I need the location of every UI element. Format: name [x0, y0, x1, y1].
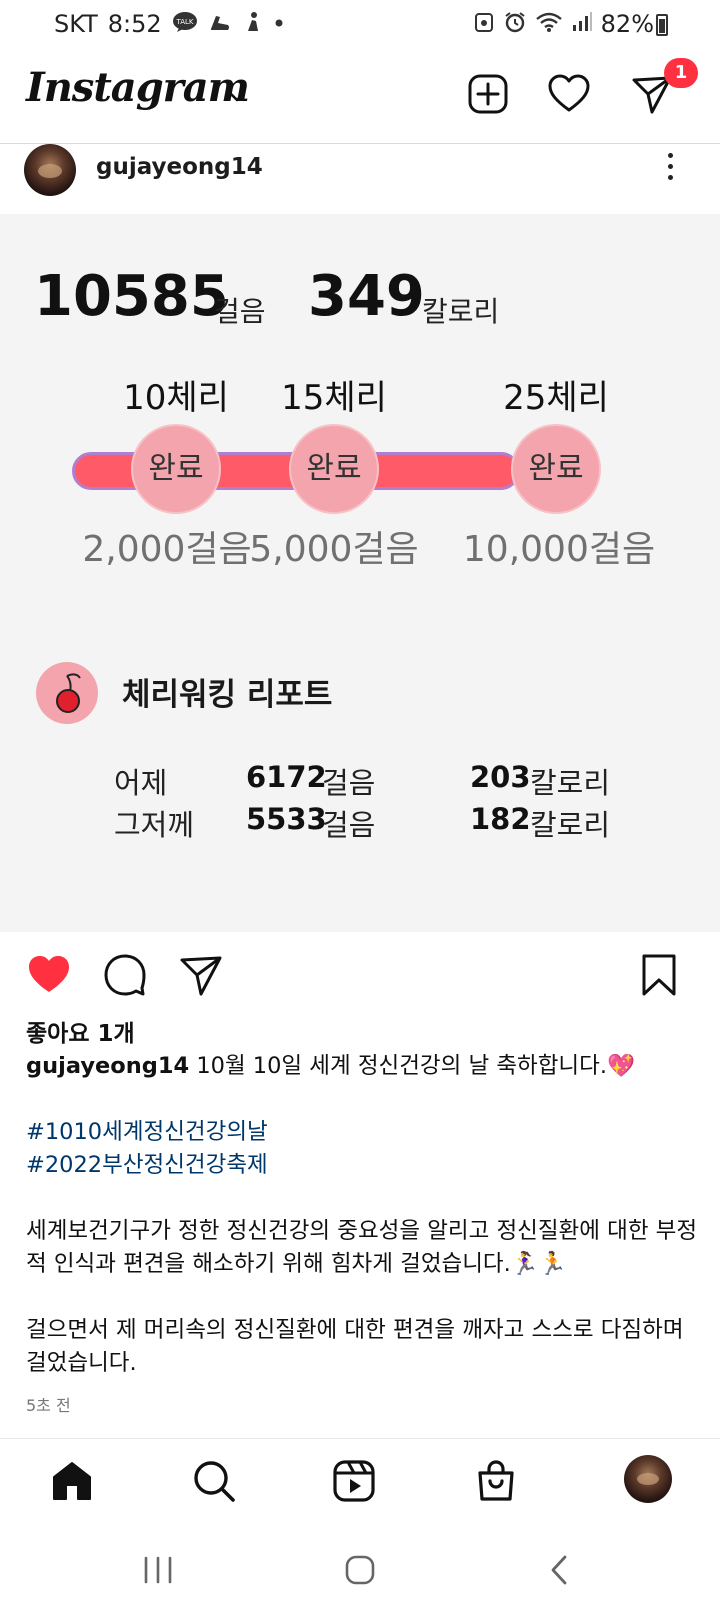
signal-icon	[571, 11, 593, 38]
post-author-avatar[interactable]	[24, 144, 76, 196]
kakaotalk-icon: TALK	[172, 11, 198, 38]
caption-first-line: gujayeong14 10월 10일 세계 정신건강의 날 축하합니다.💖	[26, 1050, 698, 1083]
likes-count[interactable]: 좋아요 1개	[26, 1014, 135, 1048]
wifi-icon	[535, 11, 563, 38]
stage-1-steps: 2,000걸음	[82, 529, 252, 570]
caption-paragraph: 세계보건기구가 정한 정신건강의 중요성을 알리고 정신질환에 대한 부정적 인…	[26, 1218, 698, 1277]
search-icon[interactable]	[190, 1457, 238, 1505]
walking-app-icon	[242, 11, 264, 38]
stage-2-cherries: 15체리	[281, 378, 387, 418]
alarm-icon	[503, 11, 527, 38]
status-bar: SKT 8:52 TALK 82%	[0, 0, 720, 52]
home-button-icon[interactable]	[340, 1550, 380, 1590]
report-calories: 203	[470, 760, 531, 794]
report-day: 그저께	[114, 808, 195, 842]
report-calories: 182	[470, 802, 531, 836]
back-icon[interactable]	[540, 1550, 580, 1590]
share-icon[interactable]	[178, 952, 224, 998]
stage-3-complete-badge: 완료	[511, 424, 601, 514]
more-options-icon[interactable]	[665, 150, 675, 190]
report-steps-unit: 걸음	[322, 808, 376, 842]
bottom-navigation	[0, 1438, 720, 1538]
clock: 8:52	[107, 10, 162, 38]
instagram-logo[interactable]: Instagram	[26, 64, 250, 111]
caption-text: 10월 10일 세계 정신건강의 날 축하합니다.💖	[196, 1053, 636, 1079]
system-navigation-bar	[0, 1538, 720, 1600]
post-image[interactable]: 10585 걸음 349 칼로리 10체리 15체리 25체리 완료 완료 완료…	[0, 214, 720, 932]
comment-icon[interactable]	[102, 952, 148, 998]
battery-percent: 82%	[600, 10, 654, 38]
steps-total: 10585	[34, 264, 229, 329]
battery-icon	[656, 14, 668, 36]
cherry-icon	[36, 662, 98, 724]
save-bookmark-icon[interactable]	[636, 952, 682, 998]
report-calories-unit: 칼로리	[530, 808, 611, 842]
stage-3-steps: 10,000걸음	[462, 529, 656, 570]
like-heart-icon[interactable]	[26, 952, 72, 998]
profile-avatar[interactable]	[624, 1455, 672, 1503]
calories-total: 349	[308, 264, 425, 329]
post-caption: gujayeong14 10월 10일 세계 정신건강의 날 축하합니다.💖 #…	[26, 1050, 698, 1380]
shop-icon[interactable]	[472, 1457, 520, 1505]
report-steps: 6172	[246, 760, 327, 794]
report-row-day-before: 그저께 5533 걸음 182 칼로리	[0, 802, 720, 844]
stage-1-cherries: 10체리	[123, 378, 229, 418]
recent-apps-icon[interactable]	[138, 1550, 178, 1590]
report-row-yesterday: 어제 6172 걸음 203 칼로리	[0, 760, 720, 802]
stage-2-complete-badge: 완료	[289, 424, 379, 514]
post-author-username[interactable]: gujayeong14	[96, 154, 263, 180]
status-left: SKT 8:52 TALK	[54, 10, 284, 38]
heart-icon[interactable]	[547, 72, 591, 116]
new-post-icon[interactable]	[466, 72, 510, 116]
calories-unit: 칼로리	[422, 295, 500, 328]
stage-3-cherries: 25체리	[503, 378, 609, 418]
post-actions	[0, 932, 720, 1014]
shoe-app-icon	[208, 11, 232, 38]
more-notifications-dot-icon	[274, 11, 284, 38]
chevron-down-icon[interactable]	[226, 85, 248, 107]
recycle-icon	[473, 11, 495, 38]
caption-username[interactable]: gujayeong14	[26, 1053, 189, 1079]
app-header: Instagram 1	[0, 52, 720, 144]
hashtag-link[interactable]: #1010세계정신건강의날	[26, 1116, 698, 1149]
status-right: 82%	[473, 10, 654, 38]
steps-unit: 걸음	[214, 295, 266, 328]
report-steps: 5533	[246, 802, 327, 836]
home-icon[interactable]	[48, 1457, 96, 1505]
post-timestamp: 5초 전	[26, 1396, 71, 1415]
notification-badge[interactable]: 1	[664, 58, 698, 88]
report-steps-unit: 걸음	[322, 766, 376, 800]
report-calories-unit: 칼로리	[530, 766, 611, 800]
reels-icon[interactable]	[330, 1457, 378, 1505]
caption-paragraph: 걸으면서 제 머리속의 정신질환에 대한 편견을 깨자고 스스로 다짐하며 걸었…	[26, 1317, 684, 1376]
report-title: 체리워킹 리포트	[122, 677, 333, 713]
stage-2-steps: 5,000걸음	[249, 529, 419, 570]
stage-1-complete-badge: 완료	[131, 424, 221, 514]
report-day: 어제	[114, 766, 168, 800]
post-header: gujayeong14	[0, 144, 720, 214]
carrier-label: SKT	[54, 10, 98, 38]
talk-badge-text: TALK	[175, 18, 193, 26]
hashtag-link[interactable]: #2022부산정신건강축제	[26, 1149, 698, 1182]
